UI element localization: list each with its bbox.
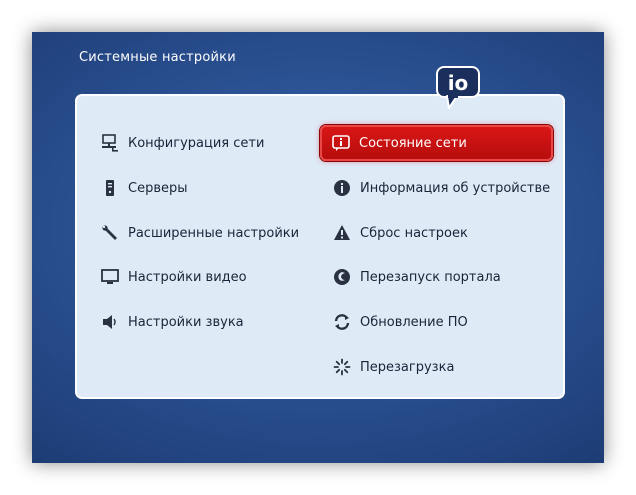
menu-item-label: Перезапуск портала xyxy=(360,269,501,285)
menu-item-label: Серверы xyxy=(128,180,188,196)
wrench-icon xyxy=(100,223,120,243)
menu-item-label: Расширенные настройки xyxy=(128,225,300,241)
menu-item-reboot[interactable]: Перезагрузка xyxy=(332,349,454,385)
menu-item-video-settings[interactable]: Настройки видео xyxy=(100,259,247,295)
speaker-icon xyxy=(100,312,120,332)
menu-item-label: Информация об устройстве xyxy=(360,180,551,196)
menu-item-label: Состояние сети xyxy=(359,135,467,151)
menu-item-label: Настройки видео xyxy=(128,269,247,285)
menu-item-portal-restart[interactable]: Перезапуск портала xyxy=(332,259,501,295)
menu-item-network-status[interactable]: Состояние сети xyxy=(320,125,553,161)
menu-item-software-update[interactable]: Обновление ПО xyxy=(332,304,468,340)
menu-item-reset-settings[interactable]: Сброс настроек xyxy=(332,215,468,251)
menu-item-servers[interactable]: Серверы xyxy=(100,170,188,206)
info-speech-icon xyxy=(331,133,351,153)
menu-item-sound-settings[interactable]: Настройки звука xyxy=(100,304,244,340)
warning-icon xyxy=(332,223,352,243)
menu-item-label: Конфигурация сети xyxy=(128,135,265,151)
server-icon xyxy=(100,178,120,198)
menu-item-device-info[interactable]: Информация об устройстве xyxy=(332,170,550,206)
page-title: Системные настройки xyxy=(79,50,236,65)
menu-item-label: Перезагрузка xyxy=(360,359,455,375)
swirl-icon xyxy=(332,267,352,287)
menu-item-network-config[interactable]: Конфигурация сети xyxy=(100,125,264,161)
monitor-icon xyxy=(100,267,120,287)
menu-item-label: Настройки звука xyxy=(128,314,244,330)
info-circle-icon xyxy=(332,178,352,198)
menu-item-label: Обновление ПО xyxy=(360,314,468,330)
network-computer-icon xyxy=(100,133,120,153)
settings-screen: Системные настройки Конфигурация сети Се… xyxy=(32,32,604,463)
menu-item-label: Сброс настроек xyxy=(360,225,468,241)
brand-logo: io xyxy=(435,66,481,109)
reboot-spinner-icon xyxy=(332,357,352,377)
logo-text: io xyxy=(448,71,469,95)
menu-item-advanced-settings[interactable]: Расширенные настройки xyxy=(100,215,299,251)
refresh-icon xyxy=(332,312,352,332)
settings-panel: Конфигурация сети Серверы Расширенные на… xyxy=(75,94,565,399)
